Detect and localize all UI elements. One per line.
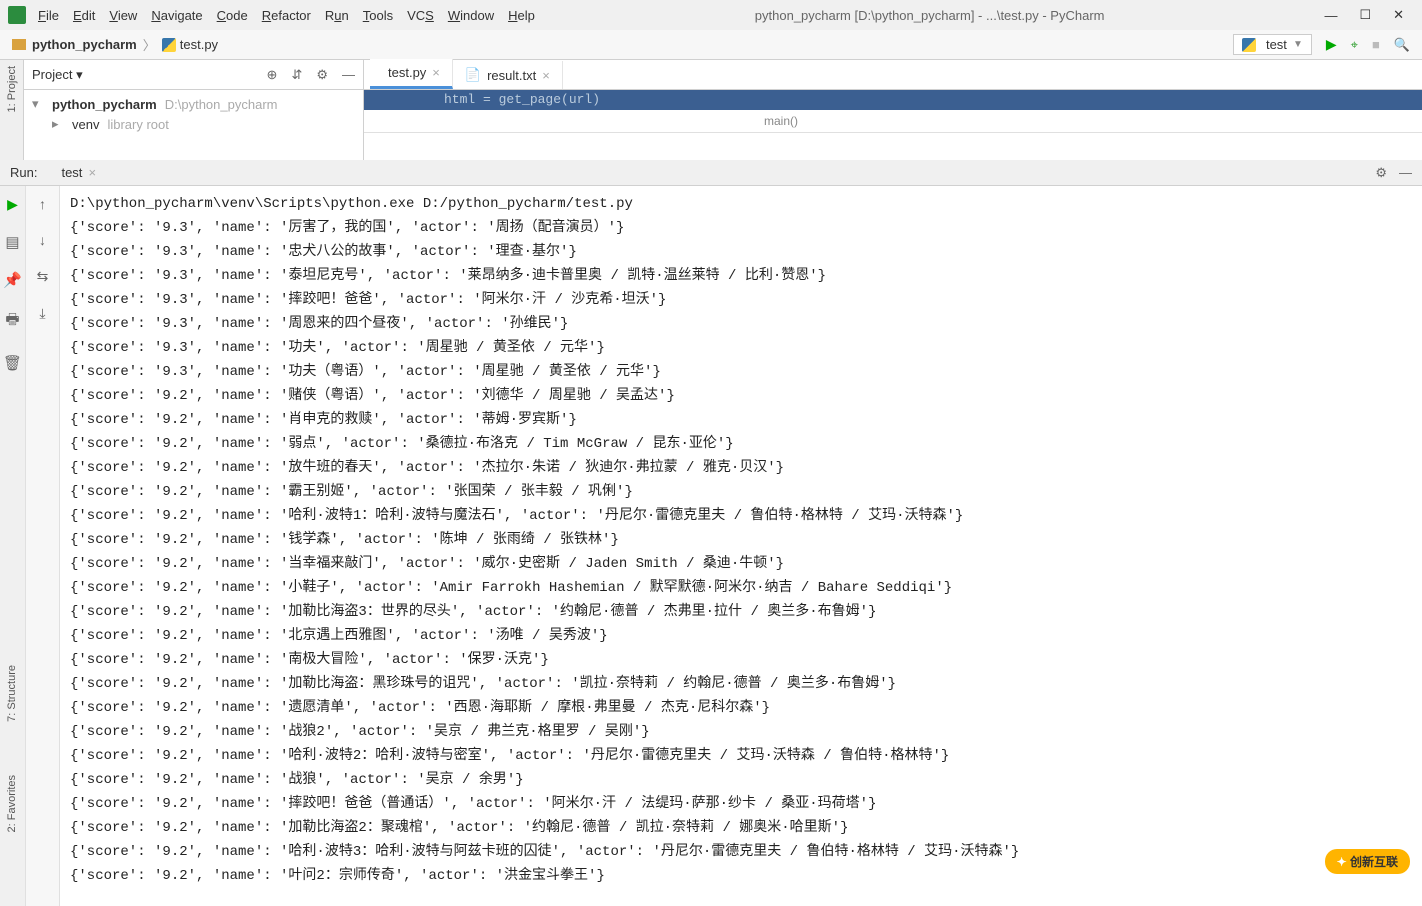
menu-file[interactable]: File	[38, 8, 59, 23]
code-breadcrumb[interactable]: main()	[364, 110, 1422, 133]
menu-navigate[interactable]: Navigate	[151, 8, 202, 23]
menu-vcs[interactable]: VCS	[407, 8, 434, 23]
hide-icon[interactable]: —	[1399, 165, 1412, 181]
down-icon[interactable]: ↓	[39, 232, 46, 248]
project-view-select[interactable]: Project ▾	[32, 67, 83, 83]
menu-run[interactable]: Run	[325, 8, 349, 23]
chevron-down-icon: ▼	[1293, 39, 1303, 50]
close-icon[interactable]: ×	[542, 68, 550, 83]
menu-view[interactable]: View	[109, 8, 137, 23]
tree-venv-label: venv	[72, 117, 99, 132]
gear-icon[interactable]: ⚙	[1375, 165, 1387, 181]
collapse-icon[interactable]: ⇵	[291, 67, 302, 83]
pin-icon[interactable]: 📌	[3, 271, 22, 289]
run-tab[interactable]: test ×	[47, 163, 104, 182]
editor-tabs: test.py × 📄 result.txt ×	[364, 60, 1422, 90]
tab-test-py[interactable]: test.py ×	[370, 59, 453, 89]
window-controls: — ☐ ✕	[1324, 7, 1422, 23]
close-icon[interactable]: ✕	[1393, 7, 1404, 23]
breadcrumb-root[interactable]: python_pycharm	[32, 37, 137, 52]
run-config-selector[interactable]: test ▼	[1233, 34, 1312, 55]
tree-root-path: D:\python_pycharm	[165, 97, 278, 112]
project-tool-window: Project ▾ ⊕ ⇵ ⚙ — ▾ python_pycharm D:\py…	[24, 60, 364, 160]
run-tool-header: Run: test × ⚙ —	[0, 160, 1422, 186]
close-icon[interactable]: ×	[432, 65, 440, 80]
python-file-icon	[1242, 38, 1256, 52]
sidebar-item-favorites[interactable]: 2: Favorites	[6, 775, 18, 832]
debug-button[interactable]: ⌖	[1351, 37, 1358, 53]
left-sidebar-bottom: 7: Structure	[0, 665, 24, 722]
locate-icon[interactable]: ⊕	[267, 67, 278, 83]
close-icon[interactable]: ×	[88, 165, 96, 180]
menubar: File Edit View Navigate Code Refactor Ru…	[38, 8, 535, 23]
left-sidebar: 1: Project	[0, 60, 24, 160]
up-icon[interactable]: ↑	[39, 196, 46, 212]
editor-area: test.py × 📄 result.txt × html = get_page…	[364, 60, 1422, 160]
layout-icon[interactable]: ▤	[5, 233, 19, 251]
console-output[interactable]: D:\python_pycharm\venv\Scripts\python.ex…	[60, 186, 1422, 906]
sidebar-item-structure[interactable]: 7: Structure	[6, 665, 18, 722]
window-title: python_pycharm [D:\python_pycharm] - ...…	[535, 8, 1325, 23]
menu-tools[interactable]: Tools	[363, 8, 393, 23]
run-config-name: test	[1266, 37, 1287, 52]
console-actions-gutter: ↑ ↓ ⇆ ⤓	[26, 186, 60, 906]
chevron-right-icon: 〉	[143, 35, 156, 54]
menu-window[interactable]: Window	[448, 8, 494, 23]
gear-icon[interactable]: ⚙	[316, 67, 328, 83]
tab-label: test.py	[388, 65, 426, 80]
tree-venv[interactable]: ▸ venv library root	[32, 114, 355, 134]
scroll-icon[interactable]: ⤓	[39, 305, 45, 322]
maximize-icon[interactable]: ☐	[1359, 7, 1371, 23]
search-icon[interactable]: 🔍	[1394, 37, 1410, 53]
run-tool-body: ▶ ▤ 📌 🖶 🗑 ↑ ↓ ⇆ ⤓ D:\python_pycharm\venv…	[0, 186, 1422, 906]
tree-root-label: python_pycharm	[52, 97, 157, 112]
minimize-icon[interactable]: —	[1324, 8, 1337, 23]
run-label: Run:	[10, 165, 37, 180]
project-tree[interactable]: ▾ python_pycharm D:\python_pycharm ▸ ven…	[24, 90, 363, 138]
menu-edit[interactable]: Edit	[73, 8, 95, 23]
menu-refactor[interactable]: Refactor	[262, 8, 311, 23]
trash-icon[interactable]: 🗑	[3, 354, 22, 372]
editor-selection[interactable]: html = get_page(url)	[364, 90, 1422, 110]
folder-icon	[12, 39, 26, 50]
sidebar-item-project[interactable]: 1: Project	[6, 66, 18, 112]
navigation-bar: python_pycharm 〉 test.py test ▼ ▶ ⌖ ■ 🔍	[0, 30, 1422, 60]
text-file-icon: 📄	[465, 67, 481, 83]
wrap-icon[interactable]: ⇆	[37, 268, 49, 285]
python-file-icon	[162, 38, 176, 52]
titlebar: File Edit View Navigate Code Refactor Ru…	[0, 0, 1422, 30]
pycharm-logo-icon	[8, 6, 26, 24]
tab-label: result.txt	[487, 68, 536, 83]
rerun-button[interactable]: ▶	[7, 196, 18, 213]
run-button[interactable]: ▶	[1326, 36, 1337, 53]
menu-code[interactable]: Code	[217, 8, 248, 23]
project-header: Project ▾ ⊕ ⇵ ⚙ —	[24, 60, 363, 90]
tree-venv-hint: library root	[107, 117, 168, 132]
tab-result-txt[interactable]: 📄 result.txt ×	[453, 61, 563, 89]
breadcrumb-file[interactable]: test.py	[180, 37, 218, 52]
hide-icon[interactable]: —	[342, 67, 355, 83]
watermark-badge: ✦ 创新互联	[1325, 849, 1410, 874]
print-icon[interactable]: 🖶	[5, 309, 19, 334]
stop-button[interactable]: ■	[1372, 37, 1380, 52]
menu-help[interactable]: Help	[508, 8, 535, 23]
left-sidebar-bottom2: 2: Favorites	[0, 775, 24, 832]
tree-root[interactable]: ▾ python_pycharm D:\python_pycharm	[32, 94, 355, 114]
run-tab-label: test	[61, 165, 82, 180]
